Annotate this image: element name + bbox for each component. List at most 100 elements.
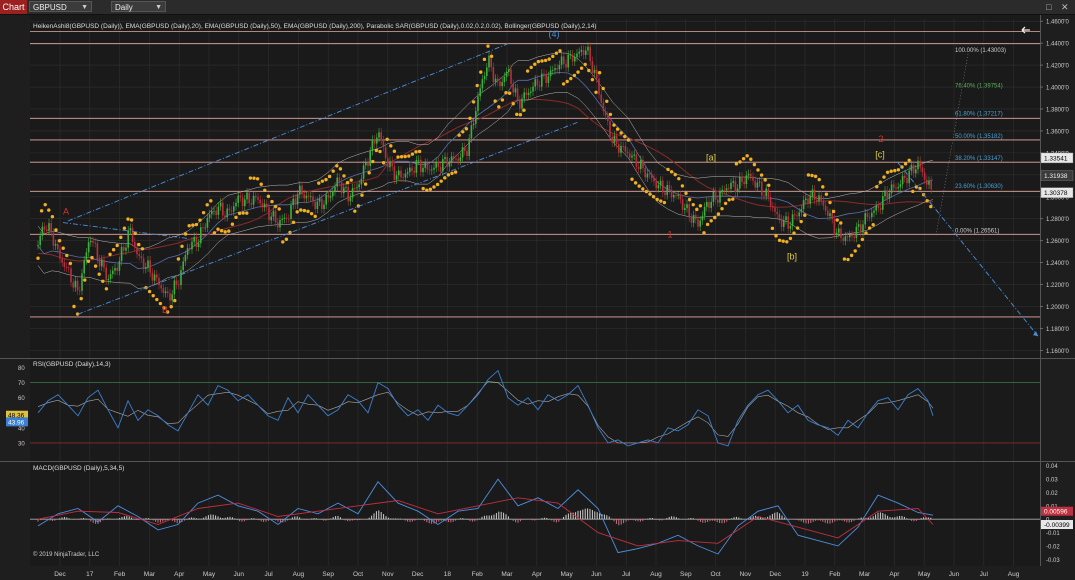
instrument-select[interactable]: GBPUSD ▼ xyxy=(29,1,92,12)
sar-dot xyxy=(450,171,454,175)
candle-body xyxy=(633,154,635,156)
candle-body xyxy=(741,176,743,182)
candle-body xyxy=(554,68,556,71)
candle-body xyxy=(675,194,677,196)
candle-body xyxy=(510,69,512,84)
candle-body xyxy=(523,92,525,99)
sar-dot xyxy=(734,162,739,166)
candle-body xyxy=(400,170,402,178)
candle-body xyxy=(274,210,277,223)
sar-dot xyxy=(587,68,591,73)
sar-dot xyxy=(497,105,501,109)
sar-dot xyxy=(104,287,109,291)
candle-body xyxy=(846,236,849,238)
candle-body xyxy=(70,268,72,283)
close-icon[interactable]: ✕ xyxy=(1061,0,1069,14)
chart-area[interactable]: 100.00% (1.43003)76.40% (1.39754)61.80% … xyxy=(0,15,1075,580)
sar-dot xyxy=(572,73,577,78)
sar-dot xyxy=(864,231,868,235)
candle-body xyxy=(446,157,448,167)
macd-y-tick-label: 0.04 xyxy=(1046,464,1058,470)
candle-body xyxy=(686,204,688,209)
candle-body xyxy=(358,184,360,188)
candle-body xyxy=(866,213,869,217)
sar-dot xyxy=(198,218,202,222)
x-tick-label: Dec xyxy=(412,571,424,578)
sar-dot xyxy=(666,167,670,172)
candle-body xyxy=(426,162,429,170)
candle-body xyxy=(248,192,250,204)
sar-dot xyxy=(759,173,764,177)
candle-body xyxy=(521,98,523,109)
candle-body xyxy=(387,158,389,168)
sar-dot xyxy=(68,261,73,266)
candle-body xyxy=(670,189,673,198)
candle-body xyxy=(820,195,822,201)
candle-body xyxy=(294,198,297,205)
sar-dot xyxy=(79,296,83,301)
candle-body xyxy=(409,167,411,173)
sar-dot xyxy=(702,231,706,235)
sar-dot xyxy=(255,177,260,181)
timeframe-select[interactable]: Daily ▼ xyxy=(111,1,166,12)
candle-body xyxy=(263,203,266,208)
fib-level-label: 0.00% (1.26561) xyxy=(955,229,999,235)
candle-body xyxy=(763,195,765,197)
sar-dot xyxy=(374,148,379,153)
candle-body xyxy=(547,76,550,83)
sar-dot xyxy=(464,127,469,131)
x-tick-label: Mar xyxy=(859,571,871,578)
sar-dot xyxy=(839,221,843,225)
candle-body xyxy=(191,241,193,250)
sar-dot xyxy=(183,232,188,236)
sar-dot xyxy=(774,234,778,238)
sar-dot xyxy=(893,168,897,173)
candle-body xyxy=(642,160,644,168)
candle-body xyxy=(200,227,202,244)
tab-chart[interactable]: Chart xyxy=(0,0,27,14)
candle-body xyxy=(629,153,631,158)
candle-body xyxy=(373,139,376,144)
candle-body xyxy=(541,73,543,87)
candle-body xyxy=(472,123,475,126)
sar-dot xyxy=(583,62,587,67)
sar-dot xyxy=(846,257,850,262)
sar-dot xyxy=(590,77,595,82)
candle-body xyxy=(831,213,833,220)
candle-body xyxy=(497,78,499,82)
candle-body xyxy=(690,217,693,223)
candle-body xyxy=(149,260,151,273)
x-tick-label: 17 xyxy=(86,571,94,578)
candle-body xyxy=(596,69,598,79)
sar-dot xyxy=(65,253,69,258)
candle-body xyxy=(560,56,563,65)
candle-body xyxy=(340,182,343,194)
price-y-tick-label: 1.1800'0 xyxy=(1046,327,1069,333)
x-tick-label: Jul xyxy=(980,571,989,578)
sar-dot xyxy=(911,189,915,194)
candle-body xyxy=(882,196,884,210)
candle-body xyxy=(772,206,774,208)
candle-body xyxy=(677,194,679,196)
sar-dot xyxy=(212,231,217,235)
sar-dot xyxy=(536,59,541,64)
candle-body xyxy=(259,199,261,204)
copyright-text: © 2019 NinjaTrader, LLC xyxy=(33,551,100,558)
candle-body xyxy=(552,70,554,72)
candle-body xyxy=(800,208,803,213)
sar-dot xyxy=(317,181,321,185)
candle-body xyxy=(222,202,224,216)
sar-dot xyxy=(61,246,65,250)
candle-body xyxy=(530,91,532,93)
candle-body xyxy=(303,194,305,199)
sar-dot xyxy=(479,70,483,74)
sar-dot xyxy=(191,223,195,227)
sar-dot xyxy=(698,204,703,208)
rsi-y-tick-label: 80 xyxy=(18,366,25,372)
candle-body xyxy=(362,165,365,179)
maximize-icon[interactable]: □ xyxy=(1046,0,1051,14)
sar-dot xyxy=(543,58,548,63)
wave-label: [a] xyxy=(706,153,716,163)
candle-body xyxy=(382,140,385,148)
candle-body xyxy=(347,186,349,202)
